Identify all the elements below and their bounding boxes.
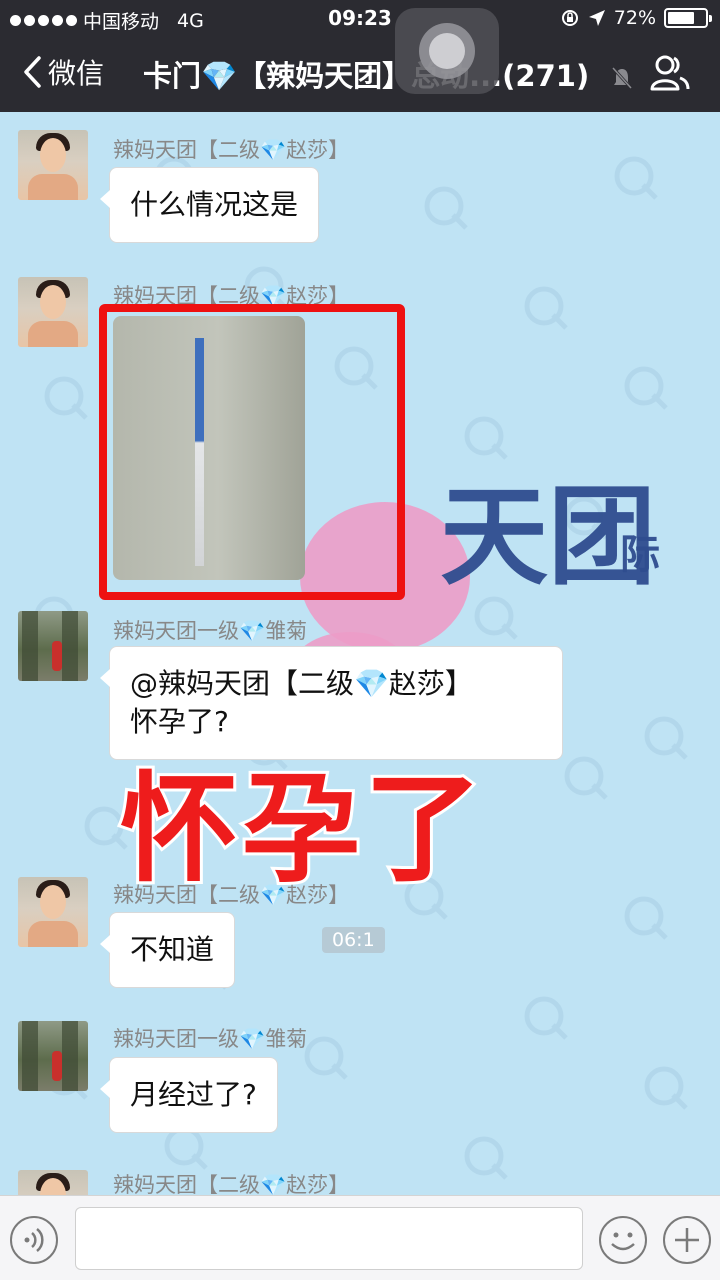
watermark-logo	[44, 376, 88, 420]
sender-name: 辣妈天团一级💎雏菊	[113, 619, 308, 643]
status-bar: 中国移动 4G 09:23 72%	[0, 0, 720, 36]
watermark-logo	[524, 996, 568, 1040]
avatar[interactable]	[18, 277, 88, 347]
watermark-logo	[564, 756, 608, 800]
smiley-icon	[611, 1232, 635, 1251]
message-bubble[interactable]: 月经过了?	[100, 1057, 278, 1133]
chevron-left-icon	[24, 56, 41, 88]
watermark-logo	[424, 186, 468, 230]
avatar[interactable]	[18, 611, 88, 681]
rotation-lock-icon	[561, 10, 578, 26]
avatar[interactable]	[18, 1021, 88, 1091]
watermark-brand-sub: 际	[620, 532, 660, 578]
back-label: 微信	[48, 57, 105, 90]
sender-name: 辣妈天团一级💎雏菊	[113, 1027, 308, 1051]
watermark-logo	[464, 1136, 508, 1180]
mention-line: @辣妈天团【二级💎赵莎】	[130, 667, 473, 700]
watermark-logo	[304, 1036, 348, 1080]
nav-bar: 微信 卡门💎【辣妈天团】总动...(271)	[0, 36, 720, 112]
overlay-caption: 怀孕了	[117, 760, 487, 898]
voice-icon	[24, 1228, 44, 1252]
watermark-logo	[624, 896, 668, 940]
battery-fill	[668, 12, 694, 24]
chat-title: 卡门💎【辣妈天团】总动...(271)	[143, 59, 590, 93]
message-bubble[interactable]: 不知道	[99, 912, 236, 988]
location-icon	[588, 10, 605, 26]
avatar[interactable]	[18, 877, 88, 947]
message-bubble[interactable]: @辣妈天团【二级💎赵莎】 怀孕了?	[100, 646, 563, 760]
watermark-logo	[614, 156, 658, 200]
message-line: 怀孕了?	[130, 705, 229, 738]
message-input[interactable]	[75, 1207, 583, 1270]
battery-icon	[664, 8, 712, 28]
battery-percent: 72%	[613, 7, 656, 29]
plus-icon	[675, 1228, 699, 1252]
watermark-logo	[524, 286, 568, 330]
assistive-touch-button[interactable]	[395, 8, 499, 94]
timestamp: 06:1	[322, 927, 385, 953]
mute-icon	[611, 66, 633, 90]
group-members-icon[interactable]	[650, 54, 690, 92]
top-bar: 中国移动 4G 09:23 72% 微信 卡门💎【辣妈天团】总动...(271)	[0, 0, 720, 112]
highlight-box	[99, 304, 405, 600]
chat-area[interactable]: 天团 际 辣妈天团【二级💎赵莎】 什么情况这是 辣妈天团【二级💎赵莎】 辣妈天团…	[0, 112, 720, 1195]
voice-button[interactable]	[10, 1216, 58, 1264]
message-bubble[interactable]: 什么情况这是	[99, 167, 320, 243]
avatar[interactable]	[18, 130, 88, 200]
watermark-logo	[624, 366, 668, 410]
more-button[interactable]	[663, 1216, 711, 1264]
status-right: 72%	[560, 7, 712, 29]
emoji-button[interactable]	[599, 1216, 647, 1264]
watermark-logo	[644, 1066, 688, 1110]
sender-name: 辣妈天团【二级💎赵莎】	[113, 138, 350, 162]
sender-name: 辣妈天团【二级💎赵莎】	[113, 1173, 350, 1195]
input-bar	[0, 1195, 720, 1280]
back-button[interactable]: 微信	[22, 52, 104, 92]
avatar[interactable]	[18, 1170, 88, 1195]
watermark-logo	[644, 716, 688, 760]
